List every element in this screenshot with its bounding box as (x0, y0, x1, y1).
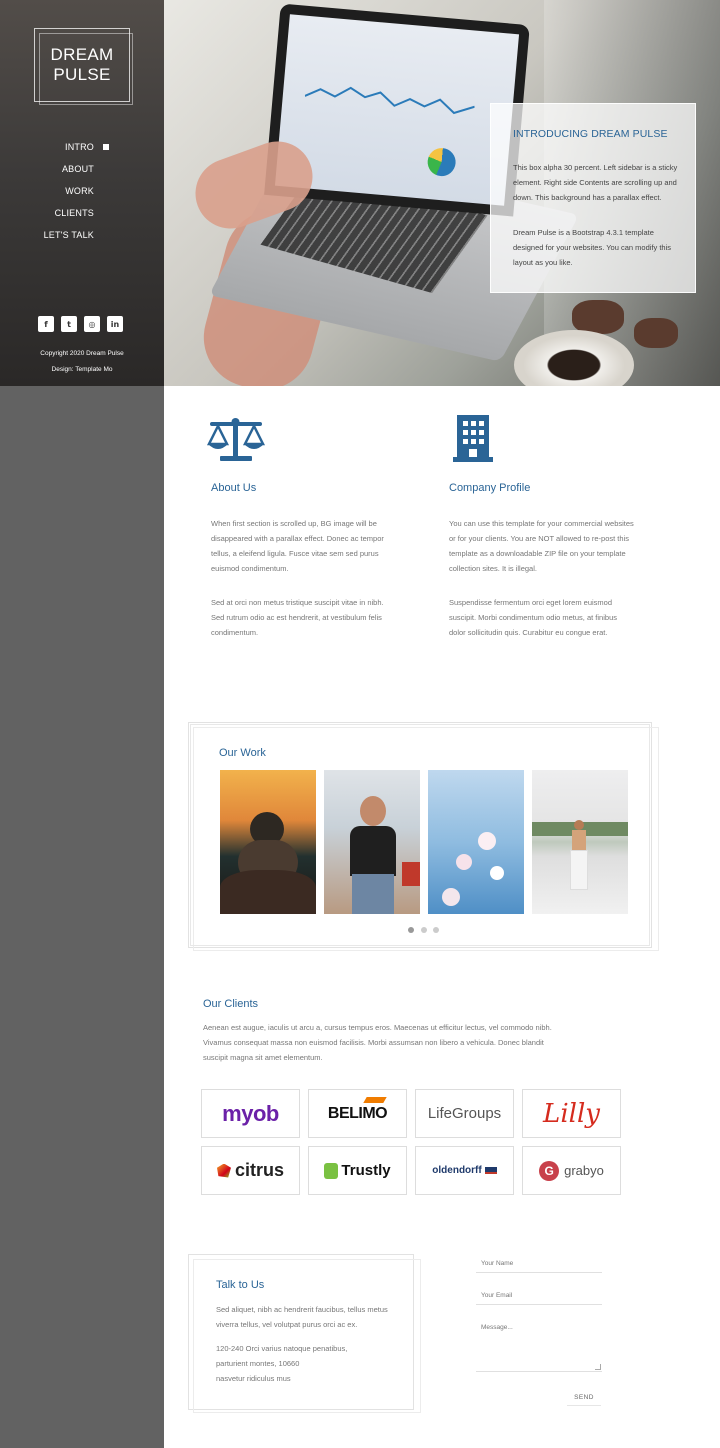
building-icon (453, 415, 493, 462)
company-profile-title: Company Profile (449, 482, 531, 494)
nav-item-lets-talk[interactable]: LET'S TALK (44, 230, 94, 240)
message-field[interactable]: Message... (476, 1322, 602, 1372)
flower (478, 832, 496, 850)
clients-description: Aenean est augue, iaculis ut arcu a, cur… (203, 1023, 552, 1062)
dribbble-icon[interactable]: ◎ (84, 316, 100, 332)
logo-line-1: DREAM (50, 45, 114, 64)
logo-text: DREAM PULSE (35, 45, 129, 85)
talk-to-us-title: Talk to Us (216, 1279, 265, 1291)
about-us-paragraph-1: When first section is scrolled up, BG im… (211, 519, 384, 573)
hero-laptop-chart (304, 86, 475, 115)
hero-cookie (634, 318, 678, 348)
oldendorff-logo-text: oldendorff (432, 1165, 482, 1176)
lifegroups-logo-text: LifeGroups (427, 1105, 502, 1122)
client-logo-lilly[interactable]: Lilly (522, 1089, 621, 1138)
intro-paragraph-2: Dream Pulse is a Bootstrap 4.3.1 templat… (513, 228, 672, 267)
client-logo-trustly[interactable]: Trustly (308, 1146, 407, 1195)
company-profile-paragraph-1: You can use this template for your comme… (449, 519, 634, 573)
address-line-2: parturient montes, 10660 (216, 1359, 300, 1368)
sidebar-header: DREAM PULSE INTRO ABOUT WORK CLIENTS LET… (0, 0, 164, 386)
intro-card: INTRODUCING DREAM PULSE This box alpha 3… (490, 103, 696, 293)
trustly-icon (324, 1162, 339, 1179)
intro-title: INTRODUCING DREAM PULSE (513, 128, 668, 140)
email-field[interactable]: Your Email (476, 1287, 602, 1305)
trustly-logo-text: Trustly (341, 1162, 391, 1179)
citrus-logo-text: citrus (234, 1160, 285, 1180)
red-object (402, 862, 420, 886)
facebook-icon[interactable]: f (38, 316, 54, 332)
client-logo-lifegroups[interactable]: LifeGroups (415, 1089, 514, 1138)
company-profile-paragraph-2: Suspendisse fermentum orci eget lorem eu… (449, 598, 617, 637)
client-logo-oldendorff[interactable]: oldendorff (415, 1146, 514, 1195)
logo[interactable]: DREAM PULSE (34, 28, 133, 105)
work-photo-flowers[interactable] (428, 770, 524, 914)
belimo-mark (363, 1096, 387, 1103)
talk-to-us-box (188, 1254, 421, 1413)
resize-handle-icon[interactable] (595, 1364, 601, 1370)
black-tshirt (350, 826, 396, 876)
nav-active-indicator (103, 144, 109, 150)
design-credit[interactable]: Design: Template Mo (0, 366, 164, 373)
work-photo-woman-sunglasses[interactable] (324, 770, 420, 914)
intro-paragraph-1: This box alpha 30 percent. Left sidebar … (513, 163, 678, 202)
talk-to-us-text: Sed aliquet, nibh ac hendrerit faucibus,… (216, 1305, 388, 1329)
belimo-name: BELIMO (327, 1104, 388, 1122)
balance-scale-icon (206, 418, 266, 461)
work-photo-woman-rooftop[interactable] (532, 770, 628, 914)
work-title: Our Work (219, 747, 266, 759)
copyright-text: Copyright 2020 Dream Pulse (40, 350, 124, 357)
hero-laptop-pie (426, 146, 457, 178)
citrus-icon (216, 1163, 231, 1178)
flower (456, 854, 472, 870)
woman-head (574, 820, 584, 830)
hero-cookie (572, 300, 624, 334)
nav-item-work[interactable]: WORK (65, 186, 94, 196)
linkedin-icon[interactable]: in (107, 316, 123, 332)
client-logo-myob[interactable]: myob (201, 1089, 300, 1138)
work-photo-dog[interactable] (220, 770, 316, 914)
nav-item-about[interactable]: ABOUT (62, 164, 94, 174)
carousel-dot-1[interactable] (408, 927, 414, 933)
flower (490, 866, 504, 880)
nav-item-clients[interactable]: CLIENTS (55, 208, 94, 218)
carousel-dot-3[interactable] (433, 927, 439, 933)
woman-pants (570, 850, 588, 890)
send-button[interactable]: SEND (567, 1390, 601, 1406)
client-logo-grabyo[interactable]: G grabyo (522, 1146, 621, 1195)
grabyo-logo-text: grabyo (564, 1163, 604, 1178)
woman-top (572, 830, 586, 850)
carousel-dot-2[interactable] (421, 927, 427, 933)
social-links: f t ◎ in (38, 316, 123, 332)
belimo-logo-text: BELIMO (327, 1096, 388, 1123)
rock (220, 870, 316, 914)
grabyo-icon: G (539, 1160, 560, 1181)
jeans (352, 874, 394, 914)
about-us-paragraph-2: Sed at orci non metus tristique suscipit… (211, 598, 384, 637)
twitter-icon[interactable]: t (61, 316, 77, 332)
oldendorff-icon (484, 1167, 497, 1174)
nav-item-intro[interactable]: INTRO (65, 142, 94, 152)
woman-face (360, 796, 386, 826)
flower (442, 888, 460, 906)
client-logo-belimo[interactable]: BELIMO (308, 1089, 407, 1138)
myob-logo-text: myob (222, 1100, 279, 1126)
name-field[interactable]: Your Name (476, 1255, 602, 1273)
clients-title: Our Clients (203, 998, 259, 1010)
address-line-3: nasvetur ridiculus mus (216, 1374, 291, 1383)
message-placeholder: Message... (481, 1324, 513, 1331)
logo-line-2: PULSE (53, 65, 111, 84)
client-logo-citrus[interactable]: citrus (201, 1146, 300, 1195)
lilly-logo-text: Lilly (543, 1098, 600, 1129)
sidebar: DREAM PULSE INTRO ABOUT WORK CLIENTS LET… (0, 0, 164, 1448)
about-us-title: About Us (211, 482, 257, 494)
address-line-1: 120-240 Orci varius natoque penatibus, (216, 1344, 348, 1353)
